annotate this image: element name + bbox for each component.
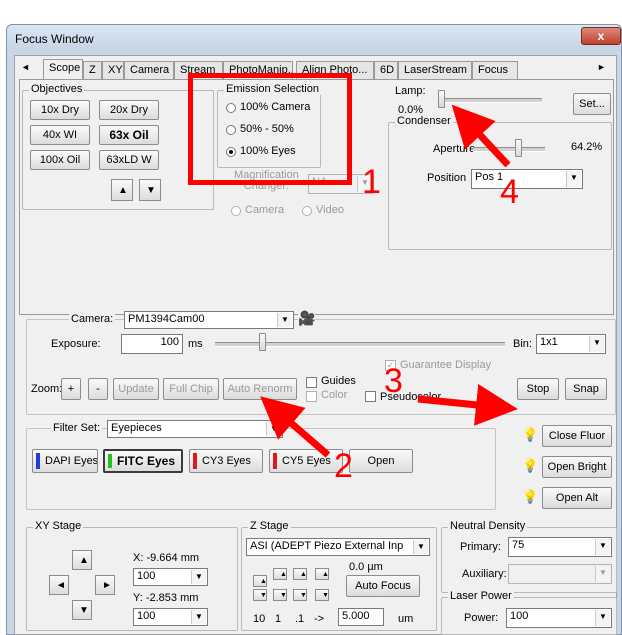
arrow-to-lamp-slider xyxy=(451,104,511,168)
arrow-to-close-fluor xyxy=(417,383,518,426)
annotation-arrows xyxy=(260,104,518,458)
arrow-to-filter-set xyxy=(260,396,331,458)
